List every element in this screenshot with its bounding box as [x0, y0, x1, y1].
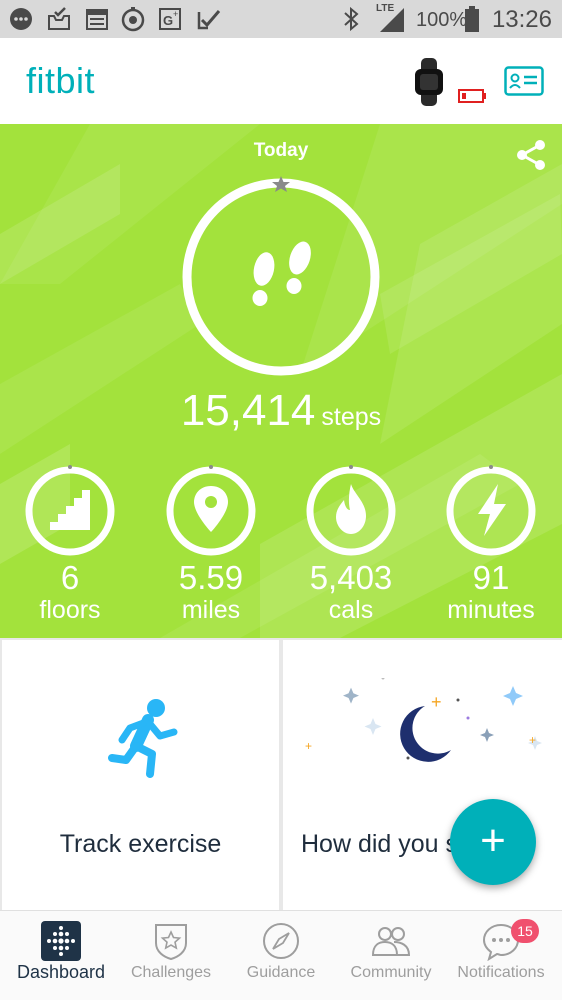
svg-text:+: + [529, 733, 536, 747]
track-exercise-label: Track exercise [59, 830, 222, 858]
nav-guidance-label: Guidance [246, 964, 316, 981]
stairs-icon [50, 490, 90, 530]
calories-stat[interactable]: 5,403 cals [281, 464, 421, 624]
nav-notifications-label: Notifications [457, 964, 545, 981]
nav-dashboard-label: Dashboard [16, 962, 106, 982]
steps-ring[interactable] [180, 176, 382, 378]
nav-community-label: Community [350, 964, 432, 981]
floors-unit: floors [39, 596, 101, 624]
today-title: Today [253, 140, 309, 161]
profile-card-icon[interactable] [504, 66, 544, 96]
battery-icon [465, 6, 479, 32]
calories-value: 5,403 [309, 559, 393, 596]
nav-challenges[interactable]: Challenges [115, 911, 227, 1000]
steps-value: 15,414 [180, 386, 316, 435]
moon-stars-icon: + + + [305, 678, 542, 762]
flame-icon [336, 484, 366, 534]
add-button[interactable]: + [450, 799, 536, 885]
svg-text:+: + [305, 739, 312, 753]
floors-stat[interactable]: 6 floors [0, 464, 140, 624]
footsteps-icon [252, 241, 311, 306]
device-battery-low-icon [458, 89, 486, 103]
checkmark-icon [197, 10, 221, 30]
inbox-check-icon [48, 7, 70, 30]
today-summary-panel[interactable]: Today 15,414 steps 6 floors 5.59 miles 5… [0, 124, 562, 638]
community-people-icon [371, 927, 411, 956]
distance-stat[interactable]: 5.59 miles [141, 464, 281, 624]
calendar-icon [86, 9, 108, 30]
floors-ring [25, 465, 115, 556]
distance-unit: miles [181, 596, 241, 624]
lightning-icon [478, 484, 506, 536]
nav-community[interactable]: Community [335, 911, 447, 1000]
bluetooth-icon [344, 6, 359, 32]
challenges-shield-icon [155, 924, 187, 961]
active-minutes-unit: minutes [447, 596, 535, 624]
tracker-device-icon[interactable] [412, 58, 446, 106]
calories-unit: cals [328, 596, 374, 624]
svg-text:+: + [431, 692, 442, 712]
floors-value: 6 [60, 559, 80, 596]
battery-percent: 100% [416, 9, 468, 31]
distance-ring [166, 465, 256, 556]
status-bar: G + LTE 100% 13:26 [0, 0, 562, 38]
steps-unit: steps [321, 403, 382, 431]
fitbit-logo: fitbit [26, 60, 96, 101]
app-bar: fitbit [0, 38, 562, 124]
svg-text:G: G [163, 13, 173, 28]
nav-dashboard[interactable]: Dashboard [5, 911, 117, 1000]
steps-count: 15,414 steps [0, 386, 562, 436]
notification-count-badge: 15 [511, 919, 539, 943]
svg-text:+: + [173, 9, 178, 19]
nav-notifications[interactable]: 15 Notifications [445, 911, 557, 1000]
track-exercise-tile[interactable]: Track exercise [2, 640, 279, 910]
active-minutes-stat[interactable]: 91 minutes [421, 464, 561, 624]
calories-ring [306, 465, 396, 556]
chat-bubble-icon [10, 8, 32, 30]
compass-icon [263, 923, 299, 959]
dashboard-icon [41, 921, 81, 961]
nav-guidance[interactable]: Guidance [225, 911, 337, 1000]
active-minutes-ring [446, 465, 536, 556]
timer-icon [121, 7, 145, 32]
google-plus-icon: G + [159, 8, 181, 30]
signal-icon [380, 8, 404, 32]
nav-challenges-label: Challenges [130, 964, 212, 981]
location-pin-icon [194, 486, 228, 532]
distance-value: 5.59 [178, 559, 244, 596]
bottom-navigation: Dashboard Challenges Guidance Community … [0, 910, 562, 1000]
goal-star-icon [272, 176, 290, 192]
running-person-icon [108, 699, 178, 778]
clock: 13:26 [491, 6, 552, 33]
active-minutes-value: 91 [472, 559, 510, 596]
share-icon[interactable] [514, 138, 548, 172]
